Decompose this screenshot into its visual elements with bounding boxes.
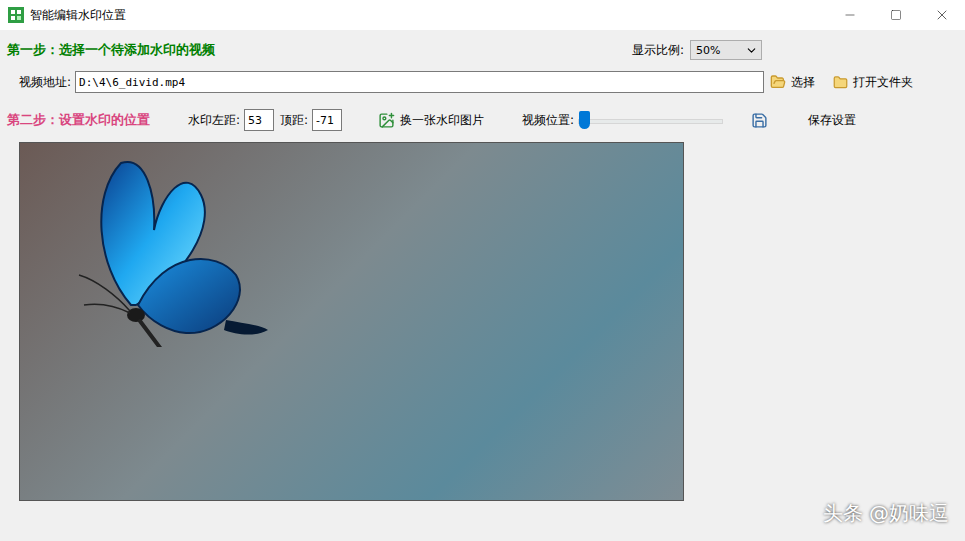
step1-label: 第一步：选择一个待添加水印的视频 bbox=[0, 41, 632, 59]
left-input[interactable]: 53 bbox=[244, 109, 274, 131]
scale-label: 显示比例: bbox=[632, 42, 684, 59]
open-folder-button[interactable]: 打开文件夹 bbox=[833, 74, 913, 91]
step2-label: 第二步：设置水印的位置 bbox=[0, 111, 188, 129]
app-icon bbox=[8, 7, 24, 23]
select-button[interactable]: 选择 bbox=[770, 74, 815, 91]
path-label: 视频地址: bbox=[19, 74, 71, 91]
path-input[interactable]: D:\4\6_divid.mp4 bbox=[75, 71, 764, 93]
position-slider[interactable] bbox=[578, 110, 723, 130]
window-title: 智能编辑水印位置 bbox=[30, 7, 827, 24]
step1-row: 第一步：选择一个待添加水印的视频显示比例: 50% bbox=[0, 35, 965, 65]
folder-icon bbox=[833, 75, 848, 90]
path-row: 视频地址:D:\4\6_divid.mp4 选择 打开文件夹 bbox=[0, 69, 965, 95]
change-image-button[interactable]: 换一张水印图片 bbox=[378, 112, 484, 129]
video-preview[interactable] bbox=[19, 142, 684, 501]
close-button[interactable] bbox=[919, 0, 965, 30]
minimize-button[interactable] bbox=[827, 0, 873, 30]
save-button[interactable]: 保存设置 bbox=[808, 112, 856, 129]
maximize-button[interactable] bbox=[873, 0, 919, 30]
image-icon bbox=[378, 112, 395, 129]
title-bar: 智能编辑水印位置 bbox=[0, 0, 965, 30]
chevron-down-icon bbox=[745, 44, 758, 57]
butterfly-icon[interactable] bbox=[76, 155, 271, 347]
app-window: 智能编辑水印位置第一步：选择一个待添加水印的视频显示比例: 50% 视频地址:D:\… bbox=[0, 0, 965, 541]
top-label: 顶距: bbox=[280, 112, 308, 129]
maximize-icon bbox=[890, 9, 902, 21]
folder-open-icon bbox=[770, 74, 786, 90]
save-icon-button[interactable] bbox=[751, 112, 768, 129]
position-label: 视频位置: bbox=[522, 112, 574, 129]
left-label: 水印左距: bbox=[188, 112, 240, 129]
close-icon bbox=[934, 7, 950, 23]
scale-dropdown[interactable]: 50% bbox=[690, 40, 762, 60]
save-icon bbox=[751, 112, 768, 129]
top-input[interactable]: -71 bbox=[312, 109, 342, 131]
slider-thumb[interactable] bbox=[579, 111, 590, 129]
overlay-watermark: 头条 @奶味逗 bbox=[823, 500, 949, 527]
step2-row: 第二步：设置水印的位置水印左距:53 顶距:-71 换一张水印图片 视频位置: 保存设置 bbox=[0, 107, 965, 133]
minimize-icon bbox=[843, 8, 857, 22]
